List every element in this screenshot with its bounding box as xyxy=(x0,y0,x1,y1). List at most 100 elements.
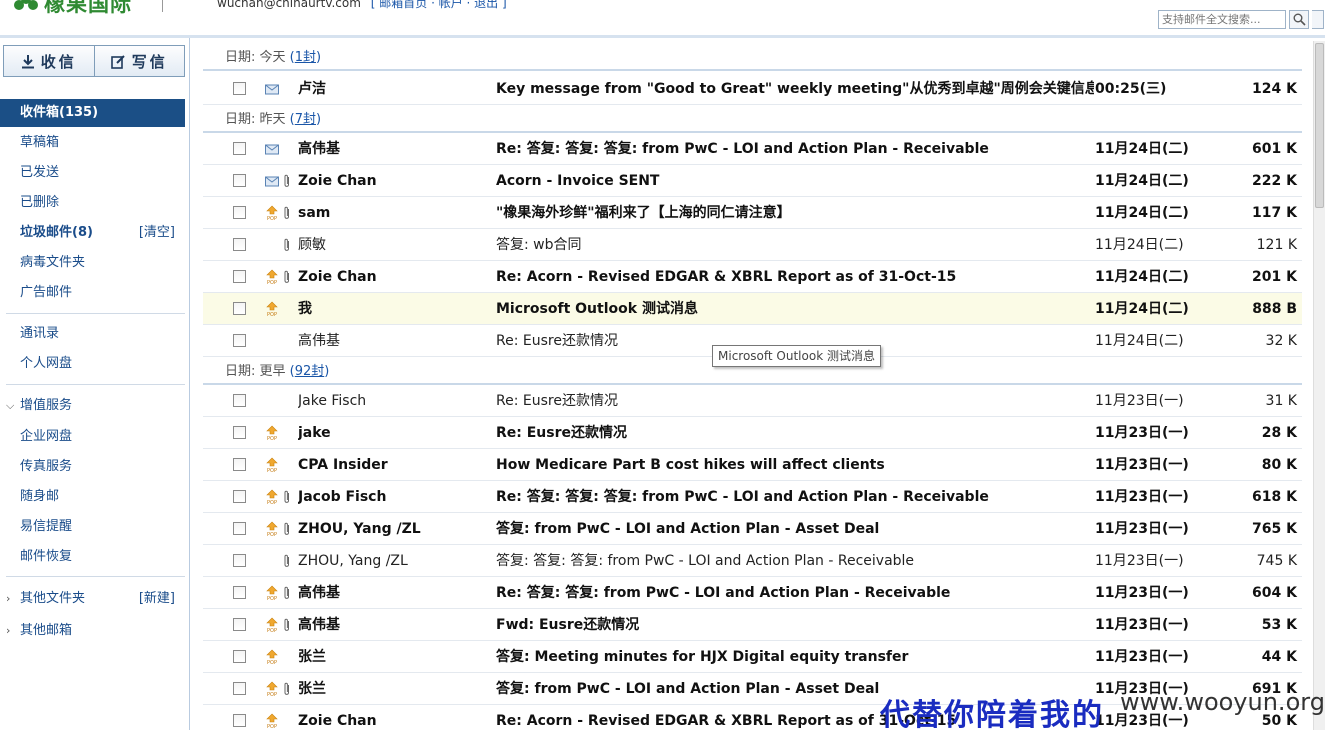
nav-fax[interactable]: 传真服务 xyxy=(0,453,185,481)
pop-mail-icon: POP xyxy=(266,457,278,473)
message-row[interactable]: Jake Fisch Re: Eusre还款情况 11月23日(一) 31 K xyxy=(203,385,1302,417)
svg-text:POP: POP xyxy=(267,660,277,665)
row-checkbox[interactable] xyxy=(233,302,246,315)
group-count[interactable]: (1封) xyxy=(290,50,321,65)
message-row[interactable]: 高伟基 Re: 答复: 答复: 答复: from PwC - LOI and A… xyxy=(203,133,1302,165)
message-subject[interactable]: Re: Acorn - Revised EDGAR & XBRL Report … xyxy=(496,261,1094,293)
logo[interactable]: 橡果国际 xyxy=(14,0,132,16)
row-checkbox[interactable] xyxy=(233,206,246,219)
group-count-value: 7封 xyxy=(294,112,317,127)
svg-text:POP: POP xyxy=(267,628,277,633)
folder-deleted[interactable]: 已删除 xyxy=(0,189,185,217)
account-links[interactable]: [ 邮箱首页 · 帐户 · 退出 ] xyxy=(371,0,507,10)
sidebar-divider xyxy=(6,576,185,577)
row-checkbox[interactable] xyxy=(233,270,246,283)
nav-value-added[interactable]: ⌵ 增值服务 xyxy=(0,392,185,420)
folder-spam[interactable]: 垃圾邮件(8) [清空] xyxy=(0,219,185,247)
message-date: 00:25(三) xyxy=(1095,81,1167,97)
message-row[interactable]: 卢洁 Key message from "Good to Great" week… xyxy=(203,73,1302,105)
folder-ads[interactable]: 广告邮件 xyxy=(0,279,185,307)
nav-personal-disk[interactable]: 个人网盘 xyxy=(0,350,185,378)
message-subject[interactable]: 答复: from PwC - LOI and Action Plan - Ass… xyxy=(496,513,1094,545)
message-row[interactable]: ZHOU, Yang /ZL 答复: 答复: 答复: from PwC - LO… xyxy=(203,545,1302,577)
row-checkbox[interactable] xyxy=(233,618,246,631)
message-subject[interactable]: Re: 答复: 答复: 答复: from PwC - LOI and Actio… xyxy=(496,481,1094,513)
row-checkbox[interactable] xyxy=(233,458,246,471)
message-row[interactable]: Zoie Chan Acorn - Invoice SENT 11月24日(二)… xyxy=(203,165,1302,197)
search-options-button[interactable] xyxy=(1312,10,1324,29)
row-checkbox[interactable] xyxy=(233,714,246,727)
message-size: 222 K xyxy=(1252,173,1297,189)
folder-inbox[interactable]: 收件箱(135) xyxy=(0,99,185,127)
nav-other-folders[interactable]: › 其他文件夹 [新建] xyxy=(0,585,185,613)
pop-mail-icon: POP xyxy=(266,205,278,221)
message-row[interactable]: POP Jacob Fisch Re: 答复: 答复: 答复: from PwC… xyxy=(203,481,1302,513)
message-sender: 张兰 xyxy=(298,681,326,697)
message-sender: 我 xyxy=(298,301,312,317)
search-input[interactable] xyxy=(1158,10,1286,29)
message-size: 80 K xyxy=(1261,457,1297,473)
message-subject[interactable]: Microsoft Outlook 测试消息 xyxy=(496,293,1094,325)
message-subject[interactable]: Re: Eusre还款情况 xyxy=(496,417,1094,449)
nav-enterprise-disk[interactable]: 企业网盘 xyxy=(0,423,185,451)
search-button[interactable] xyxy=(1289,10,1309,29)
message-subject[interactable]: 答复: Meeting minutes for HJX Digital equi… xyxy=(496,641,1094,673)
message-subject[interactable]: Re: Eusre还款情况 xyxy=(496,385,1094,417)
row-checkbox[interactable] xyxy=(233,650,246,663)
row-checkbox[interactable] xyxy=(233,490,246,503)
folder-sent[interactable]: 已发送 xyxy=(0,159,185,187)
nav-mail-recovery[interactable]: 邮件恢复 xyxy=(0,543,185,571)
receive-button[interactable]: 收信 xyxy=(4,46,94,76)
message-subject[interactable]: Re: 答复: 答复: from PwC - LOI and Action Pl… xyxy=(496,577,1094,609)
row-checkbox[interactable] xyxy=(233,394,246,407)
message-row-hovered[interactable]: POP 我 Microsoft Outlook 测试消息 11月24日(二) 8… xyxy=(203,293,1302,325)
message-row[interactable]: POP 高伟基 Re: 答复: 答复: from PwC - LOI and A… xyxy=(203,577,1302,609)
row-checkbox[interactable] xyxy=(233,142,246,155)
message-subject[interactable]: Re: 答复: 答复: 答复: from PwC - LOI and Actio… xyxy=(496,133,1094,165)
folder-virus[interactable]: 病毒文件夹 xyxy=(0,249,185,277)
row-checkbox[interactable] xyxy=(233,334,246,347)
message-subject[interactable]: Fwd: Eusre还款情况 xyxy=(496,609,1094,641)
list-scrollbar[interactable] xyxy=(1313,41,1325,730)
row-checkbox[interactable] xyxy=(233,522,246,535)
message-row[interactable]: POP CPA Insider How Medicare Part B cost… xyxy=(203,449,1302,481)
message-subject[interactable]: How Medicare Part B cost hikes will affe… xyxy=(496,449,1094,481)
row-checkbox[interactable] xyxy=(233,174,246,187)
nav-label: 企业网盘 xyxy=(20,429,73,444)
group-count[interactable]: (92封) xyxy=(290,364,330,379)
message-row[interactable]: POP jake Re: Eusre还款情况 11月23日(一) 28 K xyxy=(203,417,1302,449)
row-checkbox[interactable] xyxy=(233,426,246,439)
nav-mobile-mail[interactable]: 随身邮 xyxy=(0,483,185,511)
nav-other-mailboxes[interactable]: › 其他邮箱 xyxy=(0,617,185,645)
row-checkbox[interactable] xyxy=(233,586,246,599)
message-subject[interactable]: 答复: wb合同 xyxy=(496,229,1094,261)
message-subject[interactable]: 答复: 答复: 答复: from PwC - LOI and Action Pl… xyxy=(496,545,1094,577)
message-row[interactable]: POP sam "橡果海外珍鲜"福利来了【上海的同仁请注意】 11月24日(二)… xyxy=(203,197,1302,229)
nav-contacts[interactable]: 通讯录 xyxy=(0,320,185,348)
message-date: 11月24日(二) xyxy=(1095,301,1189,317)
message-subject[interactable]: Acorn - Invoice SENT xyxy=(496,165,1094,197)
folder-drafts[interactable]: 草稿箱 xyxy=(0,129,185,157)
row-checkbox[interactable] xyxy=(233,82,246,95)
paperclip-icon xyxy=(284,682,289,695)
message-row[interactable]: POP Zoie Chan Re: Acorn - Revised EDGAR … xyxy=(203,261,1302,293)
message-row[interactable]: POP 高伟基 Fwd: Eusre还款情况 11月23日(一) 53 K xyxy=(203,609,1302,641)
paperclip-icon xyxy=(284,490,289,503)
scrollbar-thumb[interactable] xyxy=(1315,43,1324,208)
row-checkbox[interactable] xyxy=(233,682,246,695)
row-checkbox[interactable] xyxy=(233,554,246,567)
row-checkbox[interactable] xyxy=(233,238,246,251)
message-subject[interactable]: "橡果海外珍鲜"福利来了【上海的同仁请注意】 xyxy=(496,197,1094,229)
message-subject[interactable]: Key message from "Good to Great" weekly … xyxy=(496,73,1094,105)
group-count[interactable]: (7封) xyxy=(290,112,321,127)
message-row[interactable]: 顾敏 答复: wb合同 11月24日(二) 121 K xyxy=(203,229,1302,261)
new-folder-link[interactable]: [新建] xyxy=(139,585,175,613)
message-row[interactable]: POP ZHOU, Yang /ZL 答复: from PwC - LOI an… xyxy=(203,513,1302,545)
compose-button[interactable]: 写信 xyxy=(93,46,185,76)
empty-spam-link[interactable]: [清空] xyxy=(139,219,175,247)
nav-yixin-reminder[interactable]: 易信提醒 xyxy=(0,513,185,541)
message-size: 53 K xyxy=(1261,617,1297,633)
message-row[interactable]: POP 张兰 答复: Meeting minutes for HJX Digit… xyxy=(203,641,1302,673)
account-email: wuchan@chinaurtv.com xyxy=(217,0,361,10)
nav-label: 邮件恢复 xyxy=(20,549,73,564)
